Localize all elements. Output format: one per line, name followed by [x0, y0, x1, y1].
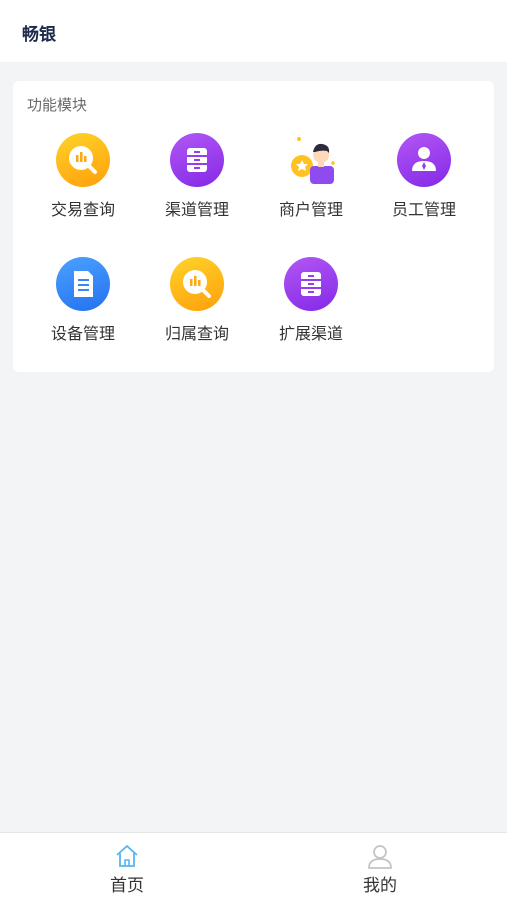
tab-home[interactable]: 首页 [67, 833, 187, 900]
function-item-channel-management[interactable]: 渠道管理 [142, 133, 252, 233]
function-label: 员工管理 [391, 200, 456, 219]
drawer-icon [170, 133, 224, 187]
function-label: 商户管理 [278, 200, 343, 219]
tab-mine-label: 我的 [363, 876, 397, 896]
tab-mine[interactable]: 我的 [320, 833, 440, 900]
function-item-employee-management[interactable]: 员工管理 [369, 133, 479, 233]
function-item-transaction-query[interactable]: 交易查询 [28, 133, 138, 233]
function-label: 设备管理 [50, 324, 115, 343]
function-item-merchant-management[interactable]: 商户管理 [256, 133, 366, 233]
employee-icon [397, 133, 451, 187]
function-label: 交易查询 [50, 200, 115, 219]
function-label: 渠道管理 [164, 200, 229, 219]
app-header: 畅银 [0, 0, 507, 62]
drawer-icon [284, 257, 338, 311]
functions-card: 功能模块 交易查询 渠道管理 商户管理 员工管理 设备管理 归属查询 扩展渠道 [13, 81, 494, 372]
function-item-affiliation-query[interactable]: 归属查询 [142, 257, 252, 357]
user-icon [367, 843, 393, 873]
chart-search-icon [170, 257, 224, 311]
section-title: 功能模块 [27, 96, 88, 114]
function-item-expand-channel[interactable]: 扩展渠道 [256, 257, 366, 357]
tab-home-label: 首页 [110, 876, 144, 896]
function-item-device-management[interactable]: 设备管理 [28, 257, 138, 357]
function-label: 归属查询 [164, 324, 229, 343]
home-icon [114, 843, 140, 873]
document-icon [56, 257, 110, 311]
function-label: 扩展渠道 [278, 324, 343, 343]
merchant-person-icon [284, 133, 338, 187]
bottom-tabbar: 首页 我的 [0, 832, 507, 900]
app-title: 畅银 [22, 25, 56, 45]
chart-search-icon [56, 133, 110, 187]
